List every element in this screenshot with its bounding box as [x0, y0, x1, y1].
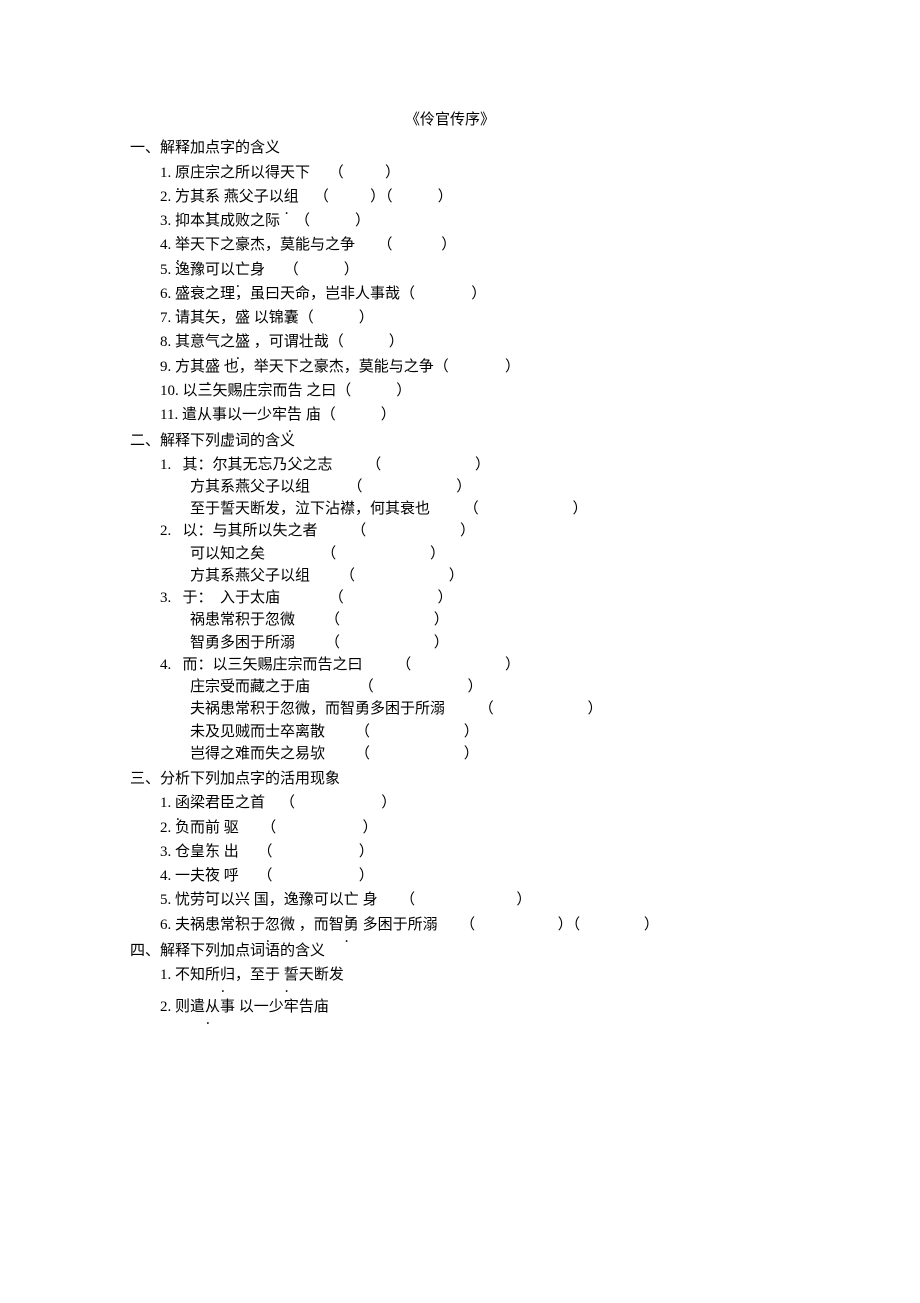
dot-char: 组	[284, 187, 299, 207]
s3-item-4: 4. 一夫夜 呼 （ ）	[160, 864, 890, 888]
section-head-4: 四、解释下列加点词语的含义	[130, 941, 890, 961]
s2-g3-l3: 智勇多困于所溺 （ ）	[190, 632, 890, 654]
dot-char: 归	[220, 965, 235, 985]
dot-char: 盛	[235, 308, 250, 328]
dot-char: 夜	[205, 866, 220, 886]
dot-char: 原	[175, 163, 190, 183]
s1-item-10: 10. 以三矢赐庄宗而告 之曰（ ）	[160, 379, 890, 403]
dot-char: 忽微	[265, 915, 295, 935]
section-head-3: 三、分析下列加点字的活用现象	[130, 769, 890, 789]
dot-char: 抑	[175, 211, 190, 231]
s2-g2-l1: 2. 以：与其所以失之者 （ ）	[160, 520, 890, 542]
s3-item-3: 3. 仓皇东 出 （ ）	[160, 840, 890, 864]
s2-g1-l2: 方其系燕父子以组 （ ）	[190, 476, 890, 498]
dot-char: 函	[175, 793, 190, 813]
dot-char: 告	[287, 405, 302, 425]
s1-item-4: 4. 举天下之豪杰，莫能与之争 （ ）	[160, 233, 890, 257]
section-head-1: 一、解释加点字的含义	[130, 138, 890, 158]
s2-g2-l2: 可以知之矣 （ ）	[190, 543, 890, 565]
dot-char: 从事	[205, 997, 235, 1017]
s2-g3-l1: 3. 于： 入于太庙 （ ）	[160, 587, 890, 609]
s1-item-2: 2. 方其系 燕父子以组 （ ）（ ）	[160, 185, 890, 209]
dot-char: 兴	[235, 890, 250, 910]
dot-char: 系	[205, 187, 220, 207]
s3-item-5: 5. 忧劳可以兴 国，逸豫可以亡 身 （ ）	[160, 888, 890, 912]
s2-g3-l2: 祸患常积于忽微 （ ）	[190, 609, 890, 631]
dot-char: 盛	[205, 357, 220, 377]
dot-char: 举	[175, 235, 190, 255]
s2-g4-l3: 夫祸患常积于忽微，而智勇多困于所溺 （ ）	[190, 698, 890, 720]
s1-item-9: 9. 方其盛 也，举天下之豪杰，莫能与之争（ ）	[160, 355, 890, 379]
s2-g1-l1: 1. 其：尔其无忘乃父之志 （ ）	[160, 454, 890, 476]
s1-item-8: 8. 其意气之盛 ，可谓壮哉（ ）	[160, 330, 890, 354]
s2-g4-l1: 4. 而：以三矢赐庄宗而告之曰 （ ）	[160, 654, 890, 676]
dot-char: 盛	[235, 332, 250, 352]
dot-char: 勇	[344, 915, 359, 935]
dot-char: 盛	[175, 284, 190, 304]
dot-char: 告	[288, 381, 303, 401]
s2-g1-l3: 至于誓天断发，泣下沾襟，何其衰也 （ ）	[190, 498, 890, 520]
document-page: 《伶官传序》 一、解释加点字的含义 1. 原庄宗之所以得天下 （ ） 2. 方其…	[0, 0, 890, 1020]
s1-item-1: 1. 原庄宗之所以得天下 （ ）	[160, 161, 890, 185]
s3-item-1: 1. 函梁君臣之首 （ ）	[160, 791, 890, 815]
dot-char: 前	[205, 818, 220, 838]
dot-char: 亡	[235, 260, 250, 280]
s1-item-3: 3. 抑本其成败之际 （ ）	[160, 209, 890, 233]
s2-g4-l2: 庄宗受而藏之于庙 （ ）	[190, 676, 890, 698]
s3-item-6: 6. 夫祸患常积于忽微 ，而智勇 多困于所溺 （ ）（ ）	[160, 913, 890, 937]
section-head-2: 二、解释下列虚词的含义	[130, 431, 890, 451]
s2-g4-l5: 岂得之难而失之易欤 （ ）	[190, 743, 890, 765]
document-title: 《伶官传序》	[130, 110, 770, 130]
s1-item-5: 5. 逸豫可以亡身 （ ）	[160, 258, 890, 282]
dot-char: 东	[205, 842, 220, 862]
s3-item-2: 2. 负而前 驱 （ ）	[160, 816, 890, 840]
s1-item-6: 6. 盛衰之理，虽曰天命，岂非人事哉（ ）	[160, 282, 890, 306]
dot-char: 誓天	[284, 965, 314, 985]
s2-g4-l4: 未及见贼而士卒离散 （ ）	[190, 721, 890, 743]
s1-item-11: 11. 遣从事以一少牢告 庙（ ）	[160, 403, 890, 427]
dot-char: 亡	[344, 890, 359, 910]
s4-item-1: 1. 不知所归，至于 誓天断发	[160, 963, 890, 987]
s2-g2-l3: 方其系燕父子以组 （ ）	[190, 565, 890, 587]
s1-item-7: 7. 请其矢，盛 以锦囊（ ）	[160, 306, 890, 330]
s4-item-2: 2. 则遣从事 以一少牢告庙	[160, 987, 890, 1019]
